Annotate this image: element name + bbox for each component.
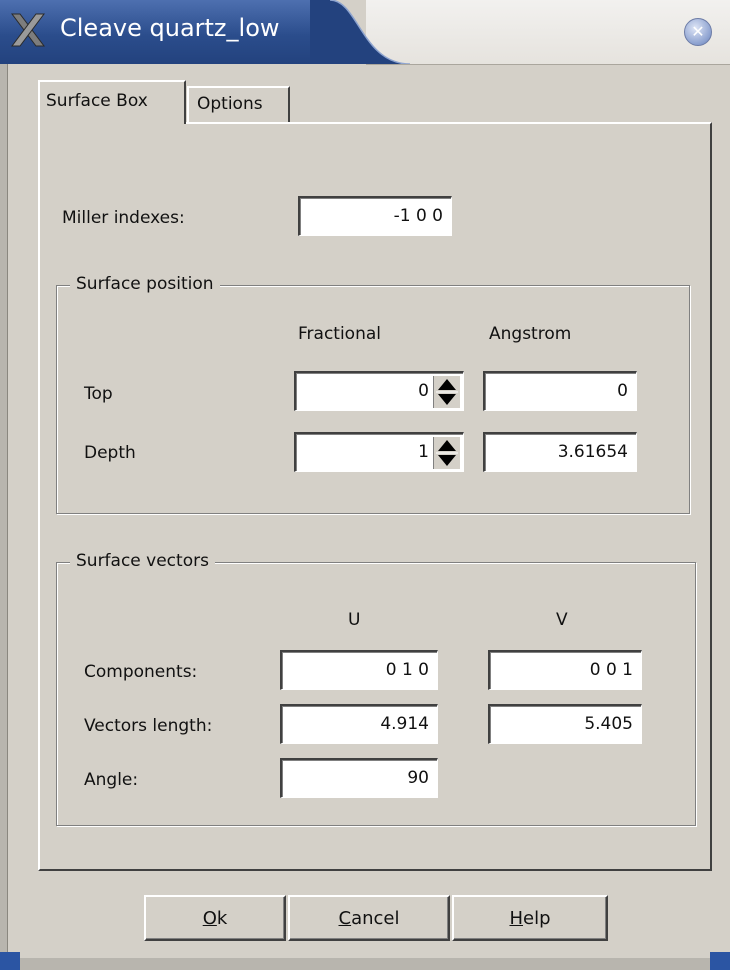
spin-arrows-icon[interactable] [433, 376, 460, 408]
tab-surface-box-label: Surface Box [46, 91, 148, 111]
fractional-column-header: Fractional [298, 324, 381, 344]
help-button[interactable]: Help [452, 895, 608, 941]
title-bar-filler [366, 0, 730, 65]
components-label: Components: [84, 662, 198, 682]
depth-label: Depth [84, 443, 136, 463]
angle-input[interactable]: 90 [280, 758, 438, 798]
surface-position-title: Surface position [70, 274, 220, 294]
depth-fractional-value: 1 [418, 442, 429, 462]
surface-vectors-title: Surface vectors [70, 551, 215, 571]
top-fractional-value: 0 [418, 381, 429, 401]
close-icon[interactable]: ✕ [684, 18, 712, 46]
length-v-input[interactable]: 5.405 [488, 704, 642, 744]
angle-label: Angle: [84, 770, 139, 790]
window-frame-bottom [20, 958, 710, 970]
tab-options[interactable]: Options [187, 86, 290, 122]
help-button-label: Help [509, 908, 551, 929]
window-frame-corner-left [0, 952, 20, 970]
length-u-input[interactable]: 4.914 [280, 704, 438, 744]
title-bar: Cleave quartz_low ✕ [0, 0, 730, 65]
top-angstrom-input[interactable]: 0 [483, 371, 637, 411]
ok-button[interactable]: Ok [144, 895, 286, 941]
cleave-dialog: Cleave quartz_low ✕ Surface Box Options … [0, 0, 730, 970]
x-window-icon [11, 13, 45, 47]
depth-angstrom-input[interactable]: 3.61654 [483, 432, 637, 472]
miller-indexes-input[interactable]: -1 0 0 [298, 196, 452, 236]
angstrom-column-header: Angstrom [489, 324, 572, 344]
spin-arrows-icon[interactable] [433, 437, 460, 469]
miller-indexes-label: Miller indexes: [62, 208, 185, 228]
depth-fractional-spinner[interactable]: 1 [294, 432, 464, 472]
u-column-header: U [348, 610, 361, 630]
window-title: Cleave quartz_low [60, 14, 280, 42]
tab-surface-box[interactable]: Surface Box [38, 80, 186, 124]
ok-button-label: Ok [202, 908, 228, 929]
window-frame-corner-right [710, 952, 730, 970]
window-frame-left [0, 64, 8, 970]
components-v-input[interactable]: 0 0 1 [488, 650, 642, 690]
top-fractional-spinner[interactable]: 0 [294, 371, 464, 411]
title-tab-curve [310, 0, 411, 64]
tab-options-label: Options [197, 94, 263, 114]
cancel-button-label: Cancel [338, 908, 400, 929]
vectors-length-label: Vectors length: [84, 716, 213, 736]
v-column-header: V [556, 610, 568, 630]
components-u-input[interactable]: 0 1 0 [280, 650, 438, 690]
cancel-button[interactable]: Cancel [288, 895, 450, 941]
top-label: Top [84, 384, 113, 404]
